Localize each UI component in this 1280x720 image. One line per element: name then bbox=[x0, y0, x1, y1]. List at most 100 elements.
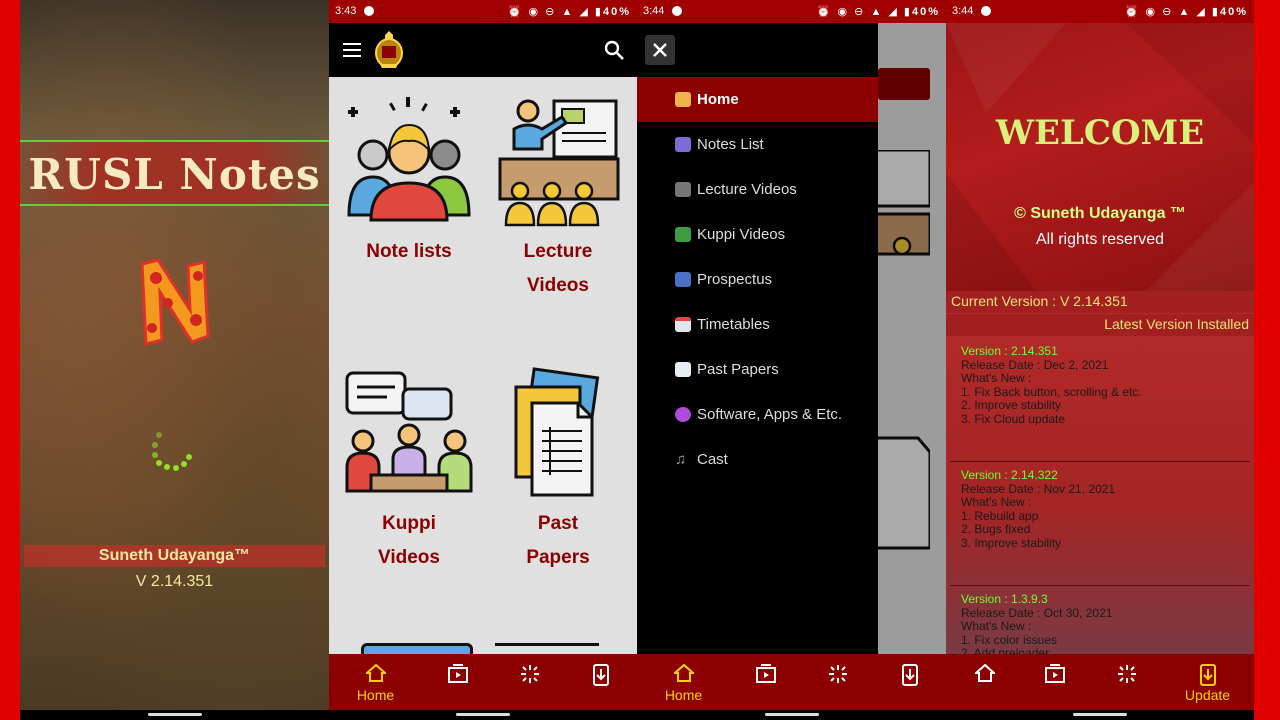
house-icon bbox=[675, 92, 691, 107]
release-date: Release Date : Oct 30, 2021 bbox=[961, 605, 1113, 620]
loading-sparkle-icon bbox=[520, 665, 539, 683]
release-date: Release Date : Nov 21, 2021 bbox=[961, 481, 1116, 496]
battery-level: 40% bbox=[911, 6, 940, 18]
nav-videos[interactable] bbox=[727, 654, 804, 710]
bottom-navigation: Home bbox=[637, 654, 946, 710]
release-note: 1. Fix color issues bbox=[961, 632, 1058, 647]
nav-label: Home bbox=[356, 687, 395, 703]
app-version: V 2.14.351 bbox=[135, 573, 214, 590]
nav-loading[interactable] bbox=[491, 654, 568, 710]
whats-new-heading: What's New : bbox=[961, 495, 1032, 510]
bottom-navigation: Home bbox=[329, 654, 637, 710]
nav-update[interactable] bbox=[871, 654, 946, 710]
status-time: 3:44 bbox=[952, 5, 974, 17]
partial-tile-icon bbox=[361, 643, 473, 654]
home-screen: 3:43 ⏰ ◉ ⊖ ▲ ◢ ▮40% Note lists Lecture V… bbox=[329, 0, 637, 720]
drawer-item-label: Home bbox=[697, 91, 739, 108]
app-title: RUSL Notes bbox=[28, 150, 321, 199]
drawer-item-lecture-videos[interactable]: Lecture Videos bbox=[637, 167, 878, 212]
teacher-icon bbox=[675, 227, 691, 242]
nav-home[interactable] bbox=[946, 654, 1023, 710]
status-time: 3:43 bbox=[335, 5, 357, 17]
navigation-drawer: Home Notes List Lecture Videos Kuppi Vid… bbox=[637, 23, 878, 654]
nav-label: Update bbox=[1184, 687, 1231, 703]
gesture-bar[interactable] bbox=[946, 710, 1254, 720]
discussion-group-icon bbox=[345, 371, 473, 493]
drawer-item-label: Lecture Videos bbox=[697, 181, 797, 198]
nav-home[interactable]: Home bbox=[337, 654, 414, 710]
release-note: 2. Improve stability bbox=[961, 398, 1062, 413]
drawer-item-kuppi-videos[interactable]: Kuppi Videos bbox=[637, 212, 878, 257]
version-history-panel: Current Version : V 2.14.351 Latest Vers… bbox=[946, 291, 1254, 657]
drawer-item-software[interactable]: Software, Apps & Etc. bbox=[637, 392, 878, 437]
tile-label: Past bbox=[537, 513, 579, 534]
drawer-item-cast[interactable]: ♫ Cast bbox=[637, 437, 878, 482]
gesture-bar[interactable] bbox=[637, 710, 946, 720]
tile-label: Lecture bbox=[523, 241, 593, 262]
drawer-screen: 3:44 ⏰ ◉ ⊖ ▲ ◢ ▮40% Home Notes List Lect… bbox=[637, 0, 946, 720]
music-notes-icon: ♫ bbox=[675, 451, 687, 468]
tile-kuppi-videos[interactable]: Kuppi Videos bbox=[334, 367, 484, 575]
splash-background bbox=[20, 0, 329, 710]
phone-download-icon bbox=[1199, 664, 1216, 686]
status-bar: 3:44 ⏰ ◉ ⊖ ▲ ◢ ▮40% bbox=[637, 0, 946, 23]
home-icon bbox=[974, 664, 995, 682]
release-note: 1. Fix Back button, scrolling & etc. bbox=[961, 384, 1142, 399]
whats-new-heading: What's New : bbox=[961, 619, 1032, 634]
home-icon bbox=[365, 664, 386, 682]
lecture-presentation-icon bbox=[498, 99, 620, 227]
nav-label: Home bbox=[664, 687, 703, 703]
battery-level: 40% bbox=[1219, 6, 1248, 18]
welcome-title: WELCOME bbox=[995, 113, 1205, 153]
latest-version-status: Latest Version Installed bbox=[946, 314, 1254, 336]
people-icon bbox=[675, 137, 691, 152]
tile-label: Videos bbox=[378, 547, 440, 568]
drawer-item-home[interactable]: Home bbox=[637, 77, 878, 122]
search-icon[interactable] bbox=[603, 39, 625, 61]
top-app-bar bbox=[329, 23, 637, 77]
notification-dot-icon bbox=[364, 6, 374, 16]
version-number: Version : 2.14.351 bbox=[961, 344, 1058, 358]
status-icons: ⏰ ◉ ⊖ ▲ ◢ ▮40% bbox=[507, 6, 631, 18]
university-crest-icon bbox=[375, 31, 403, 68]
drawer-item-label: Kuppi Videos bbox=[697, 226, 786, 243]
version-card: Version : 2.14.351 Release Date : Dec 2,… bbox=[950, 339, 1250, 462]
loading-sparkle-icon bbox=[828, 665, 847, 683]
gesture-bar[interactable] bbox=[20, 710, 329, 720]
drawer-item-label: Past Papers bbox=[697, 361, 779, 378]
drawer-item-past-papers[interactable]: Past Papers bbox=[637, 347, 878, 392]
nav-loading[interactable] bbox=[1088, 654, 1165, 710]
drawer-item-label: Software, Apps & Etc. bbox=[697, 406, 843, 423]
whats-new-heading: What's New : bbox=[961, 371, 1032, 386]
partial-tile-icon bbox=[495, 643, 599, 654]
nav-home[interactable]: Home bbox=[645, 654, 722, 710]
close-icon[interactable] bbox=[645, 35, 675, 65]
polygon-background bbox=[946, 23, 1254, 291]
notification-dot-icon bbox=[672, 6, 682, 16]
loading-sparkle-icon bbox=[1117, 665, 1136, 683]
menu-icon[interactable] bbox=[343, 43, 361, 57]
drawer-item-notes-list[interactable]: Notes List bbox=[637, 122, 878, 167]
nav-videos[interactable] bbox=[419, 654, 496, 710]
gesture-bar[interactable] bbox=[329, 710, 637, 720]
nav-videos[interactable] bbox=[1016, 654, 1093, 710]
tile-lecture-videos[interactable]: Lecture Videos bbox=[483, 95, 633, 303]
category-grid: Note lists Lecture Videos Kuppi Videos P… bbox=[329, 77, 637, 654]
drawer-item-label: Notes List bbox=[697, 136, 764, 153]
drawer-item-prospectus[interactable]: Prospectus bbox=[637, 257, 878, 302]
drawer-scrim[interactable] bbox=[878, 23, 946, 654]
author-name: Suneth Udayanga™ bbox=[98, 547, 251, 564]
devil-face-icon bbox=[675, 407, 691, 422]
nav-update[interactable] bbox=[562, 654, 637, 710]
phone-download-icon bbox=[901, 664, 918, 686]
loading-spinner bbox=[148, 428, 198, 478]
group-people-icon bbox=[347, 97, 471, 222]
nav-update[interactable]: Update bbox=[1169, 654, 1246, 710]
drawer-item-label: Timetables bbox=[697, 316, 770, 333]
tile-past-papers[interactable]: Past Papers bbox=[483, 367, 633, 575]
release-date: Release Date : Dec 2, 2021 bbox=[961, 357, 1109, 372]
drawer-item-timetables[interactable]: Timetables bbox=[637, 302, 878, 347]
tile-note-lists[interactable]: Note lists bbox=[334, 95, 484, 269]
rights-text: All rights reserved bbox=[1035, 231, 1165, 248]
nav-loading[interactable] bbox=[799, 654, 876, 710]
